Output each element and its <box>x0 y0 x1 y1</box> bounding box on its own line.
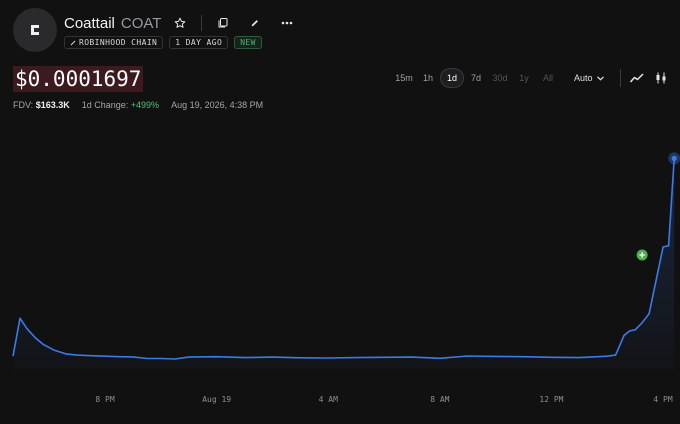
token-stats: FDV: $163.3K 1d Change: +499% Aug 19, 20… <box>13 100 263 110</box>
change-value: +499% <box>130 100 160 110</box>
timeframe-7d[interactable]: 7d <box>464 68 488 88</box>
chain-tag: ROBINHOOD CHAIN <box>64 36 164 49</box>
edit-icon[interactable] <box>246 14 264 32</box>
token-price: $0.0001697 <box>13 66 144 92</box>
change-label: 1d Change: <box>81 100 129 110</box>
candlestick-icon[interactable] <box>651 68 671 88</box>
timeframe-1h[interactable]: 1h <box>416 68 440 88</box>
change-stat: 1d Change: +499% <box>82 100 159 110</box>
timeframe-15m[interactable]: 15m <box>392 68 416 88</box>
x-axis-tick-label: 12 PM <box>539 395 563 404</box>
x-axis-tick-label: 8 AM <box>430 395 449 404</box>
feather-icon <box>70 40 76 45</box>
x-axis-tick-label: Aug 19 <box>202 395 231 404</box>
chart-controls: 15m 1h 1d 7d 30d 1y All Auto <box>392 68 671 88</box>
x-axis-tick-label: 4 PM <box>653 395 672 404</box>
token-name: Coattail <box>64 14 115 32</box>
price-line <box>12 158 675 360</box>
controls-divider <box>620 69 621 87</box>
scale-dropdown-label: Auto <box>574 73 593 83</box>
chain-tag-label: ROBINHOOD CHAIN <box>79 38 158 47</box>
token-ticker: COAT <box>120 14 162 32</box>
age-tag: 1 DAY AGO <box>169 36 229 49</box>
star-icon[interactable] <box>171 14 189 32</box>
current-price-point <box>671 155 677 161</box>
price-chart[interactable]: 8 PM Aug 19 4 AM 8 AM 12 PM 4 PM <box>0 120 680 424</box>
timeframe-1d[interactable]: 1d <box>440 68 464 88</box>
x-axis-tick-label: 8 PM <box>95 395 114 404</box>
price-area-fill <box>13 158 675 370</box>
line-chart-icon[interactable] <box>627 68 647 88</box>
timeframe-30d[interactable]: 30d <box>488 68 512 88</box>
fdv-label: FDV: <box>13 100 34 110</box>
timeframe-1y[interactable]: 1y <box>512 68 536 88</box>
x-axis-tick-label: 4 AM <box>319 395 338 404</box>
token-tags: ROBINHOOD CHAIN 1 DAY AGO NEW <box>64 36 262 49</box>
chevron-down-icon <box>596 75 604 81</box>
timestamp: Aug 19, 2026, 4:38 PM <box>171 100 264 110</box>
title-divider <box>201 15 203 31</box>
coattail-logo-icon <box>31 25 39 35</box>
copy-icon[interactable] <box>214 14 232 32</box>
new-badge: NEW <box>234 36 262 49</box>
token-title-row: Coattail COAT <box>64 14 296 32</box>
timeframe-all[interactable]: All <box>536 68 560 88</box>
more-icon[interactable] <box>278 14 296 32</box>
fdv-value: $163.3K <box>35 100 70 110</box>
fdv-stat: FDV: $163.3K <box>13 100 70 110</box>
scale-dropdown[interactable]: Auto <box>574 73 614 83</box>
token-logo <box>13 8 57 52</box>
